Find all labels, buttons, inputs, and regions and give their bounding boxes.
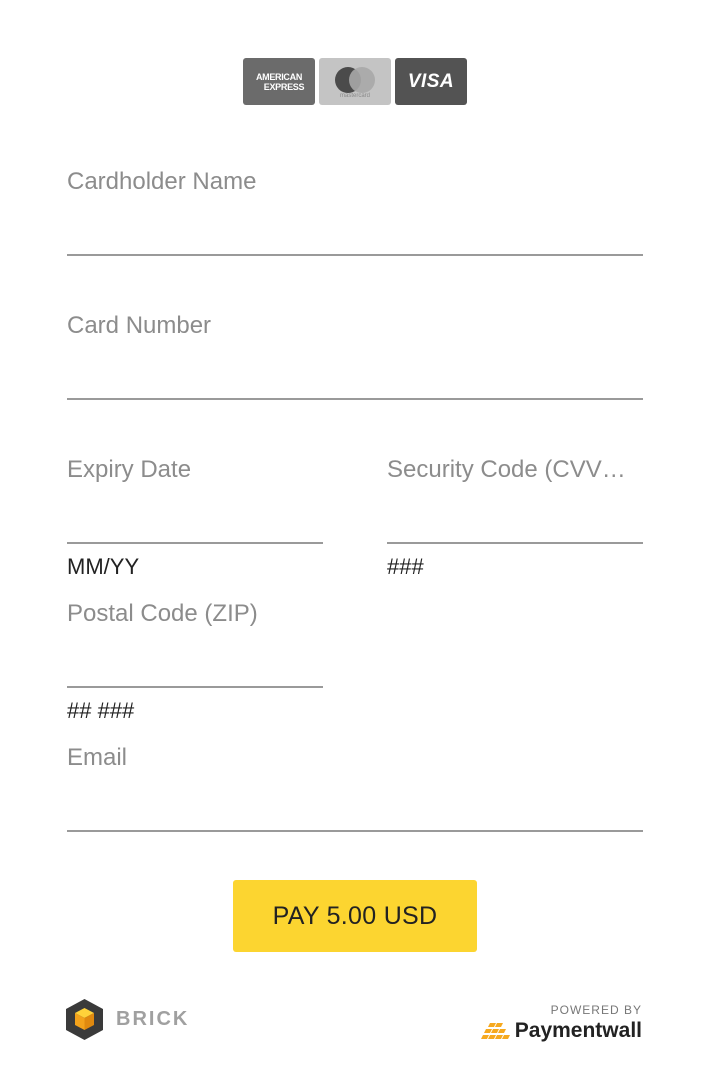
- amex-line1: AMERICAN: [255, 71, 303, 82]
- postal-code-hint: ## ###: [67, 698, 135, 723]
- card-logos: AMERICAN EXPRESS mastercard VISA: [243, 58, 467, 105]
- postal-code-field: Postal Code (ZIP) ## ###: [67, 600, 323, 730]
- email-field: Email: [67, 744, 643, 834]
- pay-button[interactable]: PAY 5.00 USD: [233, 880, 477, 952]
- card-number-input[interactable]: [67, 370, 643, 400]
- brick-label: BRICK: [116, 1008, 190, 1030]
- cardholder-name-input[interactable]: [67, 226, 643, 256]
- brick-branding: BRICK: [66, 999, 189, 1040]
- cardholder-name-label: Cardholder Name: [67, 168, 257, 195]
- expiry-date-label: Expiry Date: [67, 456, 192, 483]
- postal-code-input[interactable]: [67, 658, 323, 688]
- visa-logo: VISA: [395, 58, 467, 105]
- expiry-date-hint: MM/YY: [67, 554, 140, 579]
- postal-code-label: Postal Code (ZIP): [67, 600, 258, 627]
- paymentwall-bricks-icon: [480, 1023, 510, 1039]
- security-code-field: Security Code (CVV… ###: [387, 456, 643, 586]
- cardholder-name-field: Cardholder Name: [67, 168, 643, 258]
- card-number-field: Card Number: [67, 312, 643, 402]
- expiry-date-field: Expiry Date MM/YY: [67, 456, 323, 586]
- paymentwall-label: Paymentwall: [514, 1019, 642, 1042]
- expiry-date-input[interactable]: [67, 514, 323, 544]
- security-code-label: Security Code (CVV…: [387, 456, 626, 483]
- paymentwall-branding: POWERED BY Paymentwall: [480, 1003, 642, 1043]
- email-label: Email: [67, 744, 128, 771]
- security-code-input[interactable]: [387, 514, 643, 544]
- card-number-label: Card Number: [67, 312, 212, 339]
- security-code-hint: ###: [387, 554, 424, 579]
- amex-line2: EXPRESS: [263, 81, 305, 92]
- mastercard-right-circle: [349, 67, 375, 93]
- brick-cube-icon: [66, 999, 103, 1040]
- powered-by-label: POWERED BY: [550, 1003, 642, 1017]
- mastercard-text: mastercard: [339, 93, 370, 99]
- mastercard-logo: mastercard: [319, 58, 391, 105]
- email-input[interactable]: [67, 802, 643, 832]
- amex-logo: AMERICAN EXPRESS: [243, 58, 315, 105]
